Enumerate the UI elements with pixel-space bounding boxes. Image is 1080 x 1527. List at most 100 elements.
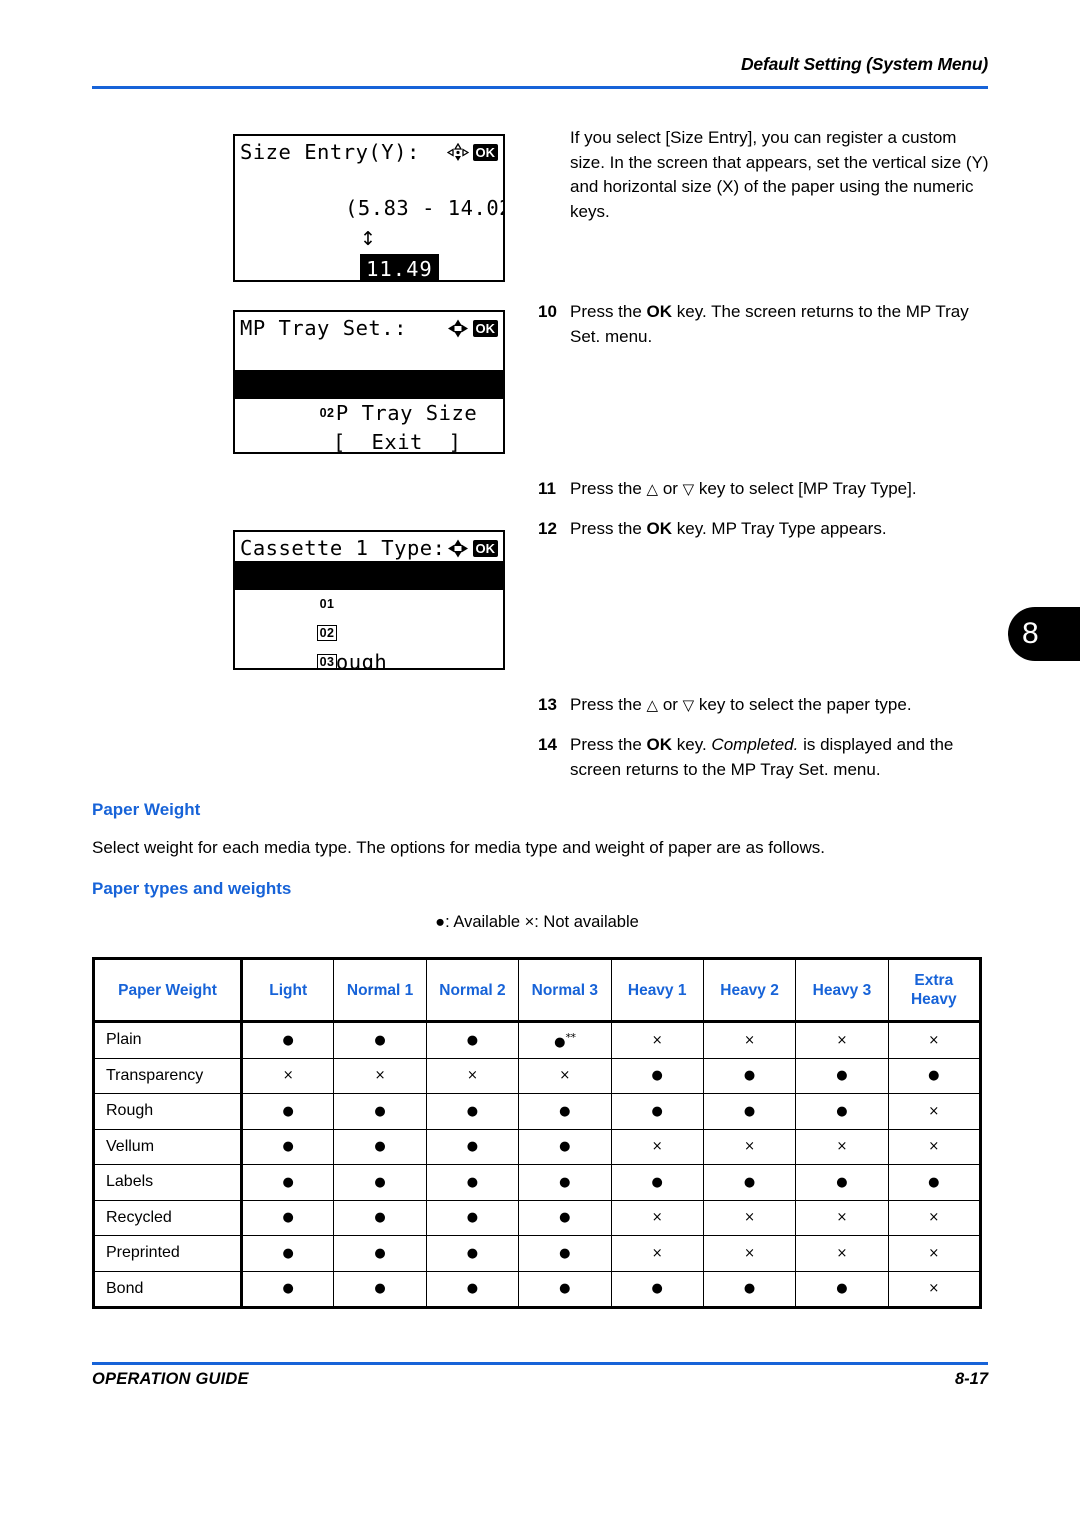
table-row: Vellum ● ● ● ● × × × × bbox=[93, 1128, 982, 1165]
table-cell-availability: ● bbox=[333, 1128, 427, 1165]
table-cell-availability: ● bbox=[240, 1199, 335, 1236]
footer-rule bbox=[92, 1362, 988, 1365]
table-row: Bond ● ● ● ● ● ● ● × bbox=[93, 1270, 982, 1308]
lcd-2-title: MP Tray Set.: bbox=[240, 316, 407, 340]
table-cell-availability: ● bbox=[702, 1164, 797, 1201]
table-cell-availability: ● bbox=[610, 1093, 704, 1130]
lcd-1-range: (5.83 - 14.02) bbox=[345, 196, 503, 220]
table-cell-availability: × bbox=[702, 1199, 797, 1236]
lcd-3-title: Cassette 1 Type: bbox=[240, 536, 446, 560]
table-cell-availability: ● bbox=[795, 1164, 889, 1201]
lcd-screen-size-entry-y: OK Size Entry(Y): (5.83 - 14.02) ↕ 11.49… bbox=[233, 134, 505, 282]
table-cell-availability: × bbox=[887, 1093, 982, 1130]
table-cell-availability: ● bbox=[887, 1057, 982, 1094]
step-10: 10 Press the OK key. The screen returns … bbox=[538, 300, 990, 349]
step-11: 11 Press the △ or ▽ key to select [MP Tr… bbox=[538, 477, 990, 502]
table-cell-availability: ● bbox=[333, 1021, 427, 1059]
lcd-3-item-plain[interactable]: 01 *Plain bbox=[235, 561, 503, 645]
table-cell-media-type: Plain bbox=[93, 1021, 243, 1059]
table-cell-availability: ● bbox=[702, 1057, 797, 1094]
table-cell-availability: ● bbox=[240, 1270, 335, 1308]
table-cell-media-type: Transparency bbox=[93, 1057, 243, 1094]
table-row: Preprinted ● ● ● ● × × × × bbox=[93, 1235, 982, 1272]
table-cell-availability: × bbox=[887, 1021, 982, 1059]
table-header-row: Paper Weight Light Normal 1 Normal 2 Normal … bbox=[93, 958, 982, 1023]
chapter-tab-number: 8 bbox=[1022, 617, 1039, 650]
footer-page-number: 8-17 bbox=[954, 1370, 988, 1388]
lcd-3-item-rough[interactable]: 02 Rough bbox=[235, 590, 503, 668]
lcd-2-item-mp-tray-type[interactable]: 02 MP Tray Type bbox=[235, 370, 503, 452]
table-cell-availability: × bbox=[610, 1199, 704, 1236]
manual-page: Default Setting (System Menu) 8 OK Size … bbox=[0, 0, 1080, 1527]
paper-types-and-weights-table: Paper Weight Light Normal 1 Normal 2 Normal … bbox=[92, 957, 982, 1309]
table-cell-availability: ● bbox=[425, 1270, 520, 1308]
footnote-marker: ** bbox=[565, 1030, 576, 1044]
table-cell-availability: × bbox=[610, 1021, 704, 1059]
table-cell-availability: ● bbox=[518, 1235, 612, 1272]
table-column-header: Light bbox=[240, 958, 335, 1023]
table-cell-media-type: Labels bbox=[93, 1164, 243, 1201]
table-cell-availability: × bbox=[887, 1270, 982, 1308]
table-cell-availability: ● bbox=[887, 1164, 982, 1201]
table-cell-availability: × bbox=[240, 1057, 335, 1094]
table-cell-availability: ● bbox=[333, 1235, 427, 1272]
table-cell-availability: ● bbox=[425, 1199, 520, 1236]
table-cell-availability: × bbox=[887, 1128, 982, 1165]
table-cell-availability: ● bbox=[333, 1270, 427, 1308]
up-down-arrow-icon: ↕ bbox=[360, 228, 377, 250]
lcd-screen-cassette-1-type: OK Cassette 1 Type: 01 *Plain 02 Rough 0… bbox=[233, 530, 505, 670]
table-cell-availability: × bbox=[518, 1057, 612, 1094]
step-14: 14 Press the OK key. Completed. is displ… bbox=[538, 733, 990, 782]
table-cell-availability: ● bbox=[333, 1164, 427, 1201]
lcd-2-spacer bbox=[235, 399, 503, 428]
table-cell-availability: ● bbox=[333, 1093, 427, 1130]
table-row: Plain ● ● ● ●** × × × × bbox=[93, 1021, 982, 1059]
table-cell-media-type: Bond bbox=[93, 1270, 243, 1308]
step-number: 12 bbox=[538, 519, 557, 538]
lcd-2-item-mp-tray-size[interactable]: 01 MP Tray Size bbox=[235, 341, 503, 425]
header-rule bbox=[92, 86, 988, 89]
table-cell-availability: ● bbox=[610, 1164, 704, 1201]
intro-paragraph: If you select [Size Entry], you can regi… bbox=[570, 128, 989, 221]
table-cell-availability: ● bbox=[702, 1093, 797, 1130]
table-cell-availability: ● bbox=[333, 1199, 427, 1236]
table-cell-availability: ● bbox=[240, 1164, 335, 1201]
step-text: Press the △ or ▽ key to select the paper… bbox=[570, 695, 912, 714]
table-row: Rough ● ● ● ● ● ● ● × bbox=[93, 1093, 982, 1130]
table-cell-availability: × bbox=[702, 1021, 797, 1059]
table-cell-availability: ● bbox=[518, 1093, 612, 1130]
table-cell-media-type: Recycled bbox=[93, 1199, 243, 1236]
section-paragraph: Select weight for each media type. The o… bbox=[92, 838, 825, 857]
step-12: 12 Press the OK key. MP Tray Type appear… bbox=[538, 517, 990, 542]
step-text: Press the △ or ▽ key to select [MP Tray … bbox=[570, 479, 917, 498]
table-cell-availability: ● bbox=[240, 1021, 335, 1059]
table-column-header: Heavy 1 bbox=[610, 958, 704, 1023]
lcd-2-exit-softkey[interactable]: [ Exit ] bbox=[235, 428, 503, 452]
table-cell-availability: × bbox=[795, 1021, 889, 1059]
table-body: Plain ● ● ● ●** × × × × Transparency × × × × ● ● ● ● Rough… bbox=[93, 1021, 982, 1308]
table-row: Labels ● ● ● ● ● ● ● ● bbox=[93, 1164, 982, 1201]
section-subheading-paper-types-and-weights: Paper types and weights bbox=[92, 879, 292, 898]
step-number: 13 bbox=[538, 695, 557, 714]
table-cell-availability: × bbox=[333, 1057, 427, 1094]
table-cell-availability: × bbox=[795, 1128, 889, 1165]
table-cell-availability: ● bbox=[425, 1093, 520, 1130]
lcd-1-value[interactable]: 11.49 bbox=[360, 254, 439, 280]
table-cell-media-type: Preprinted bbox=[93, 1235, 243, 1272]
chapter-tab: 8 bbox=[1008, 607, 1080, 661]
table-cell-availability: ● bbox=[425, 1128, 520, 1165]
table-cell-availability: × bbox=[795, 1199, 889, 1236]
table-cell-availability: × bbox=[702, 1235, 797, 1272]
table-cell-availability: ● bbox=[240, 1128, 335, 1165]
table-cell-availability: ● bbox=[702, 1270, 797, 1308]
table-cell-availability: × bbox=[795, 1235, 889, 1272]
step-text: Press the OK key. The screen returns to … bbox=[570, 302, 969, 346]
lcd-3-item-recycled[interactable]: 03 Recycled bbox=[235, 619, 503, 668]
table-column-header: Extra Heavy bbox=[887, 958, 982, 1023]
lcd-1-value-row: ↕ 11.49 " bbox=[235, 194, 503, 280]
table-cell-media-type: Rough bbox=[93, 1093, 243, 1130]
table-head: Paper Weight Light Normal 1 Normal 2 Normal … bbox=[93, 958, 982, 1023]
table-column-header: Paper Weight bbox=[93, 958, 243, 1023]
step-number: 11 bbox=[538, 479, 556, 498]
table-cell-availability: × bbox=[610, 1128, 704, 1165]
